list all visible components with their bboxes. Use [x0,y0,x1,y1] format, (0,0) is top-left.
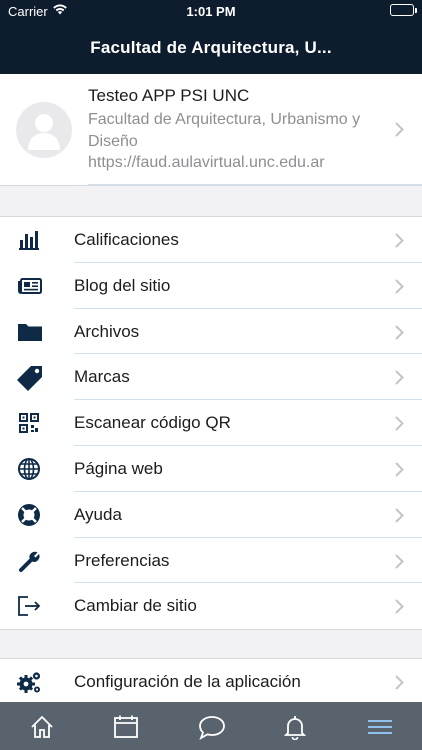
menu-item-label: Blog del sitio [74,275,171,295]
menu-item-pagina-web[interactable]: Página web [0,446,422,492]
chevron-right-icon [395,122,404,142]
calendar-icon [114,715,139,738]
tab-calendar[interactable] [84,702,168,750]
chevron-right-icon [395,370,404,390]
menu-item-label: Archivos [74,321,140,341]
page-title: Facultad de Arquitectura, U... [90,38,332,57]
settings-menu: Configuración de la aplicación [0,658,422,702]
globe-icon [17,457,41,481]
menu-icon [367,720,392,734]
wrench-icon [17,549,41,573]
menu-item-configuracion[interactable]: Configuración de la aplicación [0,659,422,703]
menu-item-preferencias[interactable]: Preferencias [0,538,422,584]
chevron-right-icon [395,675,404,695]
chevron-right-icon [395,324,404,345]
menu-item-ayuda[interactable]: Ayuda [0,492,422,538]
menu-item-blog[interactable]: Blog del sitio [0,263,422,309]
lifebuoy-icon [17,503,41,527]
status-time: 1:01 PM [186,4,236,19]
battery-icon [390,4,417,16]
chevron-right-icon [395,508,404,528]
site-fullname: Facultad de Arquitectura, Urbanismo y Di… [88,111,361,150]
menu-item-escanear-qr[interactable]: Escanear código QR [0,400,422,446]
site-card[interactable]: Testeo APP PSI UNC Facultad de Arquitect… [0,74,422,186]
menu-item-archivos[interactable]: Archivos [0,309,422,355]
chat-icon [198,716,225,740]
menu-item-marcas[interactable]: Marcas [0,354,422,401]
tab-more[interactable] [338,702,422,750]
chevron-right-icon [395,233,404,253]
tab-notifications[interactable] [253,702,337,750]
user-icon [28,114,60,150]
tab-home[interactable] [0,702,84,750]
tab-messages[interactable] [169,702,253,750]
menu-item-label: Calificaciones [74,230,179,249]
menu-item-label: Escanear código QR [74,413,231,433]
menu-item-label: Marcas [74,367,130,387]
tab-bar [0,702,422,750]
menu-item-label: Cambiar de sitio [74,596,197,616]
chevron-right-icon [395,462,404,482]
sign-out-icon [17,594,41,618]
qr-code-icon [17,411,41,435]
site-url: https://faud.aulavirtual.unc.edu.ar [88,154,325,171]
site-name: Testeo APP PSI UNC [88,86,250,105]
newspaper-icon [17,274,42,298]
menu-item-label: Preferencias [74,550,170,570]
folder-icon [17,320,42,344]
site-avatar [16,102,72,158]
status-bar: Carrier 1:01 PM [0,0,422,22]
divider [88,184,422,185]
tag-icon [17,365,42,392]
bell-icon [284,716,307,740]
chevron-right-icon [395,553,404,574]
bar-chart-icon [17,228,41,252]
chevron-right-icon [395,279,404,299]
menu-item-label: Ayuda [74,504,122,524]
menu-item-calificaciones[interactable]: Calificaciones [0,217,422,263]
header-bar: Facultad de Arquitectura, U... [0,22,422,74]
gears-icon [17,670,41,694]
menu-item-label: Página web [74,458,163,478]
chevron-right-icon [395,416,404,436]
main-menu: Calificaciones Blog del sitio Archivos M… [0,216,422,631]
menu-item-cambiar-sitio[interactable]: Cambiar de sitio [0,583,422,629]
menu-item-label: Configuración de la aplicación [74,672,301,691]
home-icon [31,715,53,738]
chevron-right-icon [395,599,404,619]
